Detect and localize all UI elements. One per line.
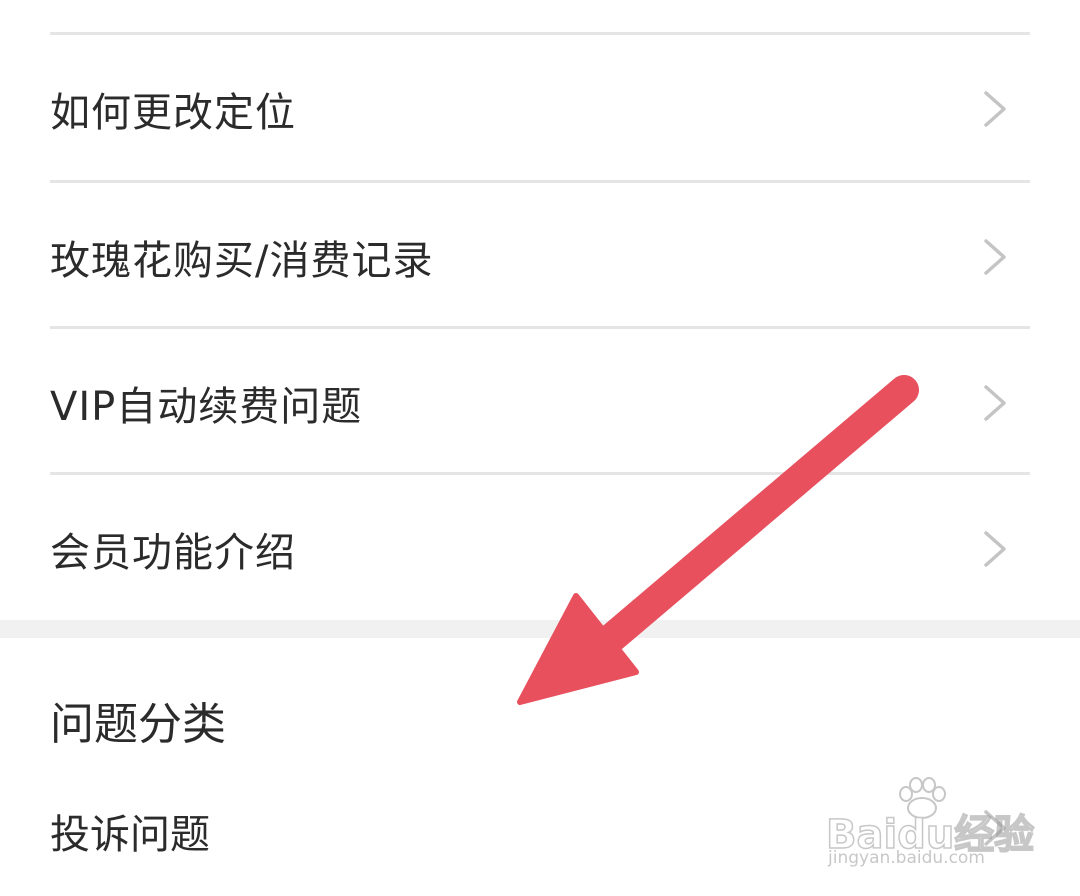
menu-item-label: 如何更改定位 — [50, 89, 296, 136]
divider — [50, 472, 1030, 475]
section-separator — [0, 620, 1080, 638]
menu-item-member-features[interactable]: 会员功能介绍 — [0, 476, 1080, 621]
menu-item-rose-purchase-records[interactable]: 玫瑰花购买/消费记录 — [0, 184, 1080, 329]
section-title: 问题分类 — [50, 699, 226, 750]
chevron-right-icon — [984, 530, 1006, 567]
menu-item-change-location[interactable]: 如何更改定位 — [0, 36, 1080, 181]
chevron-right-icon — [984, 384, 1006, 421]
help-center-page: 如何更改定位 玫瑰花购买/消费记录 VIP自动续费问题 会员功能介绍 问题分类 … — [0, 0, 1080, 896]
divider — [50, 180, 1030, 183]
menu-item-label: 会员功能介绍 — [50, 529, 296, 576]
chevron-right-icon — [984, 810, 1006, 846]
menu-item-label: VIP自动续费问题 — [50, 383, 363, 430]
divider — [50, 32, 1030, 35]
chevron-right-icon — [984, 90, 1006, 127]
menu-item-label: 玫瑰花购买/消费记录 — [50, 237, 434, 284]
menu-item-vip-auto-renew[interactable]: VIP自动续费问题 — [0, 330, 1080, 475]
category-item-label: 投诉问题 — [50, 812, 210, 858]
divider — [50, 326, 1030, 329]
category-item-complaints[interactable]: 投诉问题 — [0, 790, 1080, 870]
chevron-right-icon — [984, 238, 1006, 275]
